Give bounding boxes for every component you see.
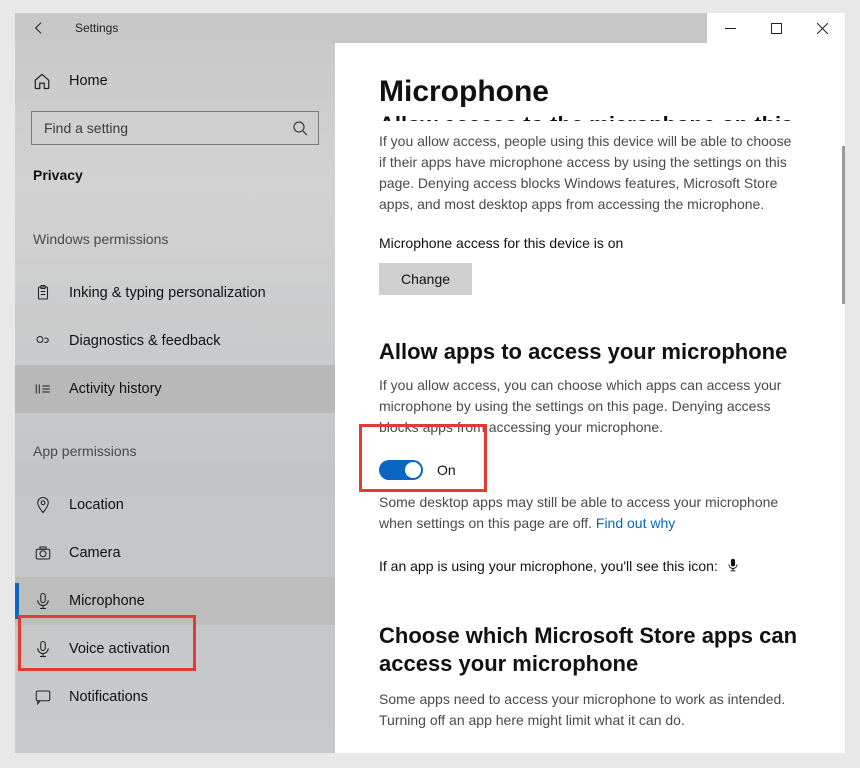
sidebar-item-camera[interactable]: Camera [15, 529, 335, 577]
close-button[interactable] [799, 13, 845, 43]
clipboard-icon [33, 283, 53, 303]
allow-apps-toggle-row: On [379, 460, 801, 480]
home-icon [33, 72, 53, 90]
page-title: Microphone [379, 75, 801, 109]
back-button[interactable] [15, 13, 63, 43]
sidebar-item-notifications[interactable]: Notifications [15, 673, 335, 721]
sidebar: Home Privacy Windows permissions Inking … [15, 43, 335, 753]
cutoff-heading: Allow access to the microphone on this d… [379, 113, 801, 121]
activity-icon [33, 379, 53, 399]
voice-icon [33, 639, 53, 659]
change-button[interactable]: Change [379, 263, 472, 295]
allow-apps-heading: Allow apps to access your microphone [379, 339, 801, 365]
home-label: Home [69, 73, 108, 89]
window-controls [707, 13, 845, 43]
microphone-icon [33, 591, 53, 611]
nav-label: Diagnostics & feedback [69, 333, 221, 349]
nav-label: Inking & typing personalization [69, 285, 266, 301]
nav-label: Notifications [69, 689, 148, 705]
settings-window: Settings Home [15, 13, 845, 753]
allow-apps-desc: If you allow access, you can choose whic… [379, 375, 801, 438]
home-nav[interactable]: Home [15, 57, 335, 105]
allow-apps-toggle[interactable] [379, 460, 423, 480]
microphone-status-icon [726, 557, 740, 578]
section-windows-permissions: Windows permissions [33, 231, 335, 247]
sidebar-item-inking[interactable]: Inking & typing personalization [15, 269, 335, 317]
section-app-permissions: App permissions [33, 443, 335, 459]
toggle-state-label: On [437, 462, 456, 478]
access-status: Microphone access for this device is on [379, 235, 801, 251]
store-apps-desc: Some apps need to access your microphone… [379, 689, 801, 731]
find-out-why-link[interactable]: Find out why [596, 515, 675, 531]
sidebar-item-location[interactable]: Location [15, 481, 335, 529]
location-icon [33, 495, 53, 515]
nav-label: Microphone [69, 593, 145, 609]
nav-label: Camera [69, 545, 121, 561]
nav-label: Activity history [69, 381, 162, 397]
search-icon [292, 120, 308, 136]
minimize-button[interactable] [707, 13, 753, 43]
sidebar-item-voice[interactable]: Voice activation [15, 625, 335, 673]
sidebar-item-diagnostics[interactable]: Diagnostics & feedback [15, 317, 335, 365]
nav-label: Voice activation [69, 641, 170, 657]
content: Microphone Allow access to the microphon… [335, 43, 845, 753]
search-input[interactable] [44, 120, 292, 136]
store-apps-heading: Choose which Microsoft Store apps can ac… [379, 622, 801, 679]
app-title: Settings [75, 21, 118, 35]
sidebar-item-activity[interactable]: Activity history [15, 365, 335, 413]
desktop-apps-note: Some desktop apps may still be able to a… [379, 492, 801, 534]
maximize-button[interactable] [753, 13, 799, 43]
privacy-heading: Privacy [33, 167, 335, 183]
search-box[interactable] [31, 111, 319, 145]
nav-label: Location [69, 497, 124, 513]
scrollbar[interactable] [842, 146, 845, 304]
sidebar-item-microphone[interactable]: Microphone [15, 577, 335, 625]
access-description: If you allow access, people using this d… [379, 131, 801, 215]
camera-icon [33, 543, 53, 563]
notifications-icon [33, 687, 53, 707]
titlebar: Settings [15, 13, 845, 43]
usage-icon-note: If an app is using your microphone, you'… [379, 556, 801, 578]
feedback-icon [33, 331, 53, 351]
